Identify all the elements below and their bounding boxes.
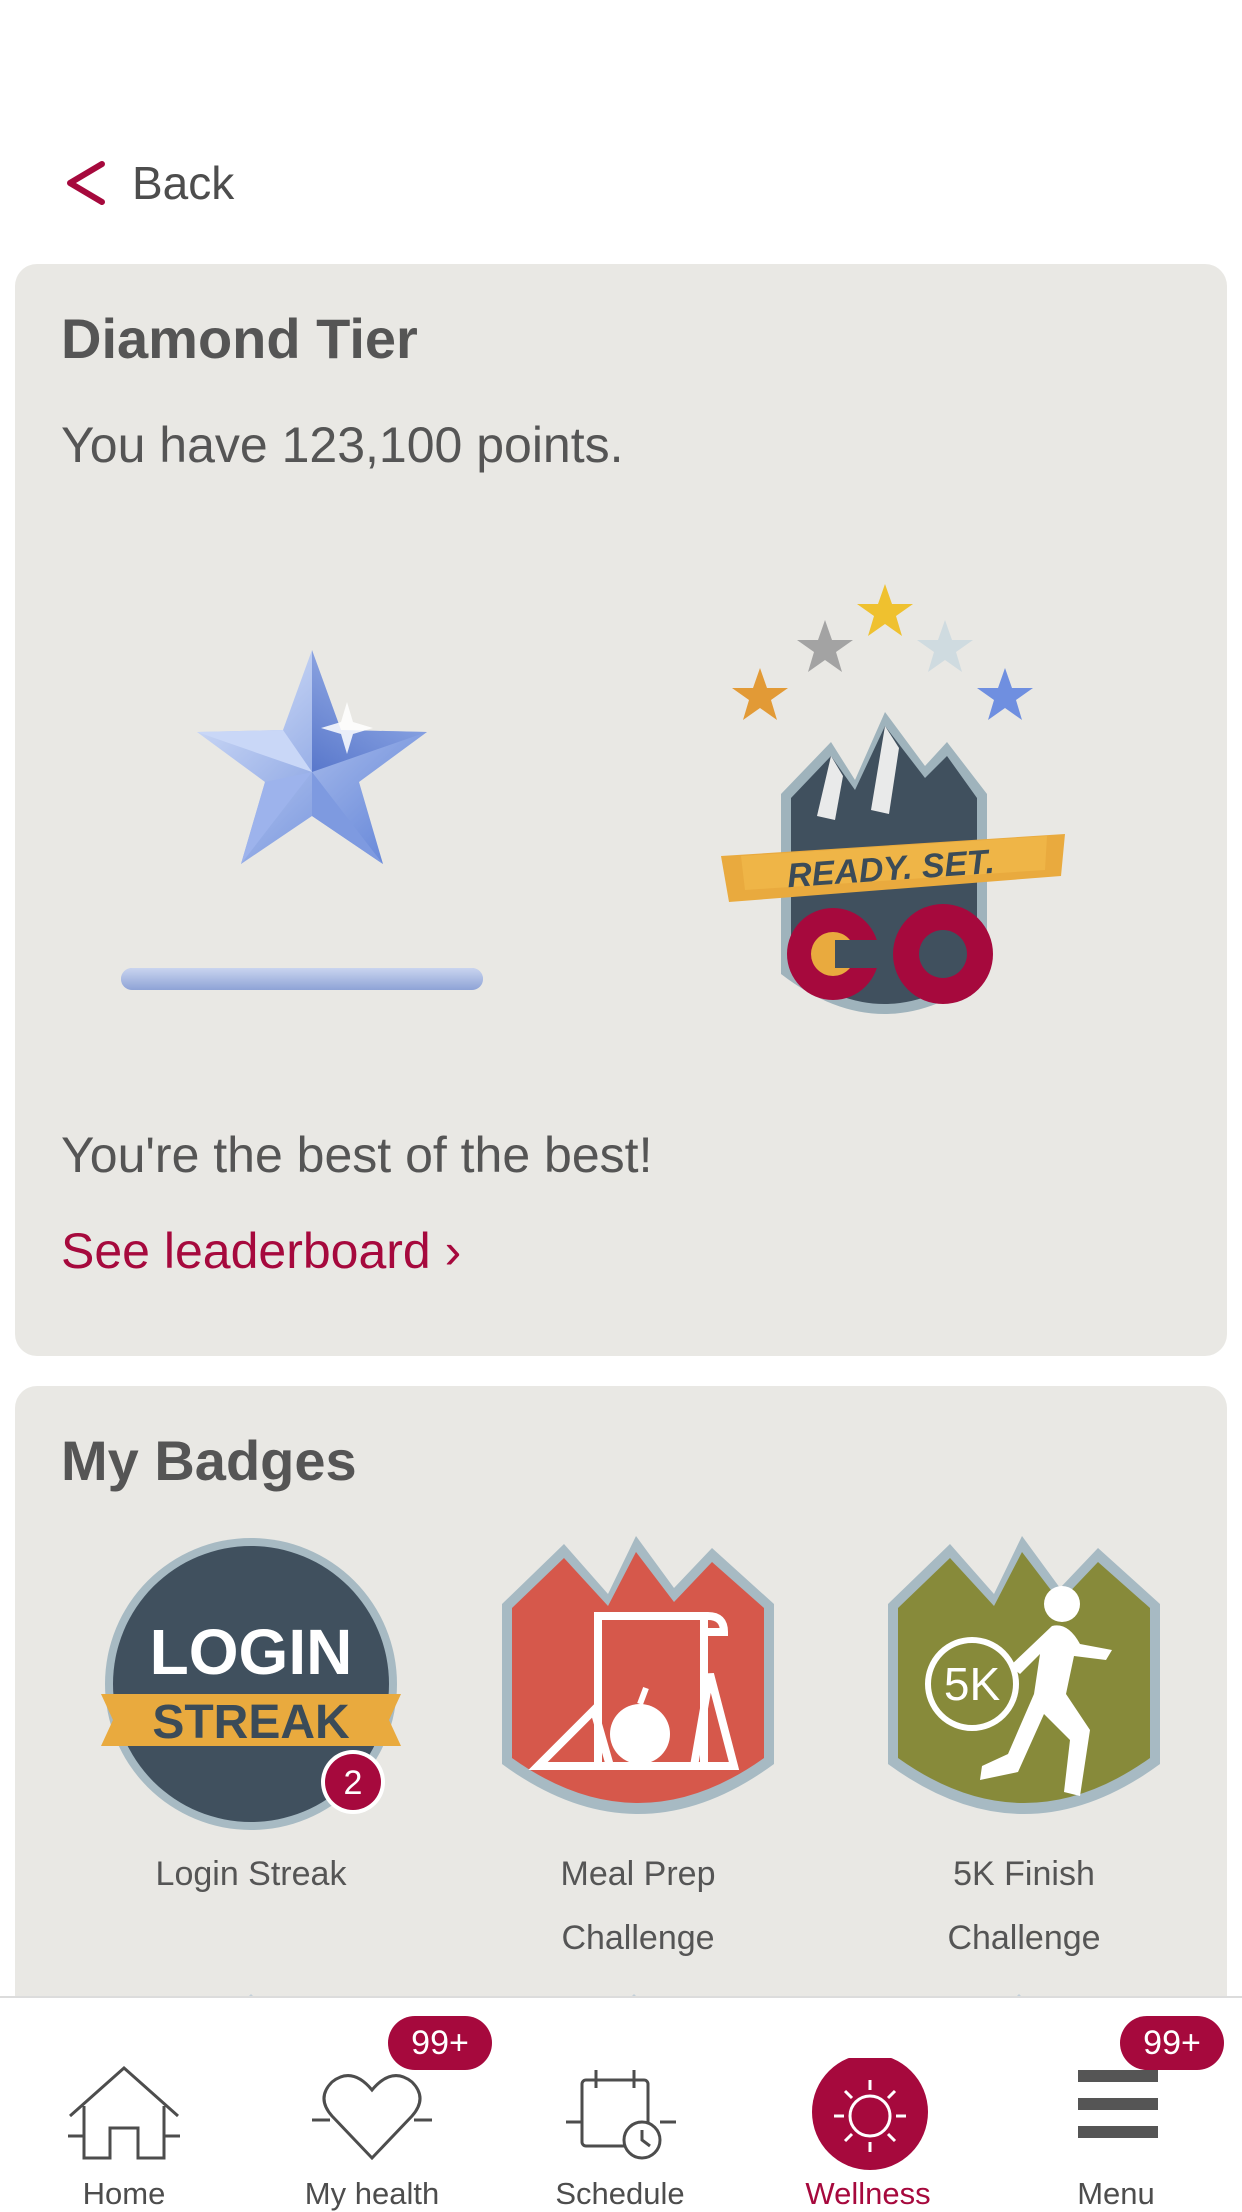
badge-label-login-streak: Login Streak	[101, 1842, 401, 1906]
badge-art-login: LOGIN	[150, 1616, 353, 1688]
tab-label: Home	[82, 2176, 166, 2211]
badges-card: My Badges LOGIN STREAK 2 Login Streak Me…	[15, 1386, 1227, 2026]
tier-title: Diamond Tier	[61, 307, 418, 370]
badge-label-5k-finish: 5K Finish Challenge	[874, 1842, 1174, 1970]
tab-my-health[interactable]: 99+ My health	[248, 1998, 496, 2211]
badge-label-line: Login Streak	[155, 1855, 347, 1893]
tier-progress-bar	[121, 968, 483, 990]
tab-bar: Home 99+ My health Schedule Wellness 99+…	[0, 1996, 1242, 2211]
heart-icon	[312, 2074, 432, 2161]
tab-menu[interactable]: 99+ Menu	[992, 1998, 1240, 2211]
5k-finish-badge-icon: 5K	[888, 1536, 1160, 1814]
badge-meal-prep[interactable]: Meal Prep Challenge	[488, 1534, 788, 1970]
badge-art-streak: STREAK	[152, 1696, 350, 1749]
sun-icon	[812, 2058, 928, 2170]
badge-label-line: Meal Prep	[560, 1855, 716, 1893]
tab-label: Menu	[1077, 2176, 1155, 2211]
tier-card: Diamond Tier You have 123,100 points. RE…	[15, 264, 1227, 1356]
back-label: Back	[132, 157, 235, 209]
tab-schedule[interactable]: Schedule	[496, 1998, 744, 2211]
meal-prep-badge-icon	[502, 1536, 774, 1814]
tier-progress-fill	[121, 968, 483, 990]
back-button[interactable]: Back	[62, 148, 234, 218]
tier-message: You're the best of the best!	[61, 1127, 653, 1183]
ready-set-co-logo: READY. SET.	[721, 584, 1065, 1014]
notification-badge: 99+	[1120, 2016, 1224, 2070]
tab-label: Schedule	[555, 2176, 685, 2211]
home-icon	[68, 2065, 180, 2160]
badge-5k-finish[interactable]: 5K 5K Finish Challenge	[874, 1534, 1174, 1970]
badges-title: My Badges	[61, 1429, 357, 1492]
badge-label-line: Challenge	[561, 1919, 715, 1957]
badge-art-5k: 5K	[944, 1658, 1001, 1710]
tab-home[interactable]: Home	[0, 1998, 248, 2211]
badge-label-line: 5K Finish	[953, 1855, 1095, 1893]
chevron-left-icon	[67, 161, 105, 205]
see-leaderboard-link[interactable]: See leaderboard ›	[61, 1222, 461, 1280]
points-text: You have 123,100 points.	[61, 417, 624, 473]
badge-label-line: Challenge	[947, 1919, 1101, 1957]
badge-login-streak[interactable]: LOGIN STREAK 2 Login Streak	[101, 1534, 401, 1906]
notification-badge: 99+	[388, 2016, 492, 2070]
calendar-clock-icon	[566, 2070, 676, 2160]
login-streak-badge-icon: LOGIN STREAK 2	[101, 1538, 401, 1830]
login-streak-count: 2	[344, 1764, 363, 1802]
tab-label: Wellness	[805, 2176, 931, 2211]
badge-label-meal-prep: Meal Prep Challenge	[488, 1842, 788, 1970]
diamond-star-icon	[197, 650, 427, 864]
menu-icon	[1078, 2070, 1158, 2138]
tab-wellness[interactable]: Wellness	[744, 1998, 992, 2211]
tab-label: My health	[304, 2176, 440, 2211]
